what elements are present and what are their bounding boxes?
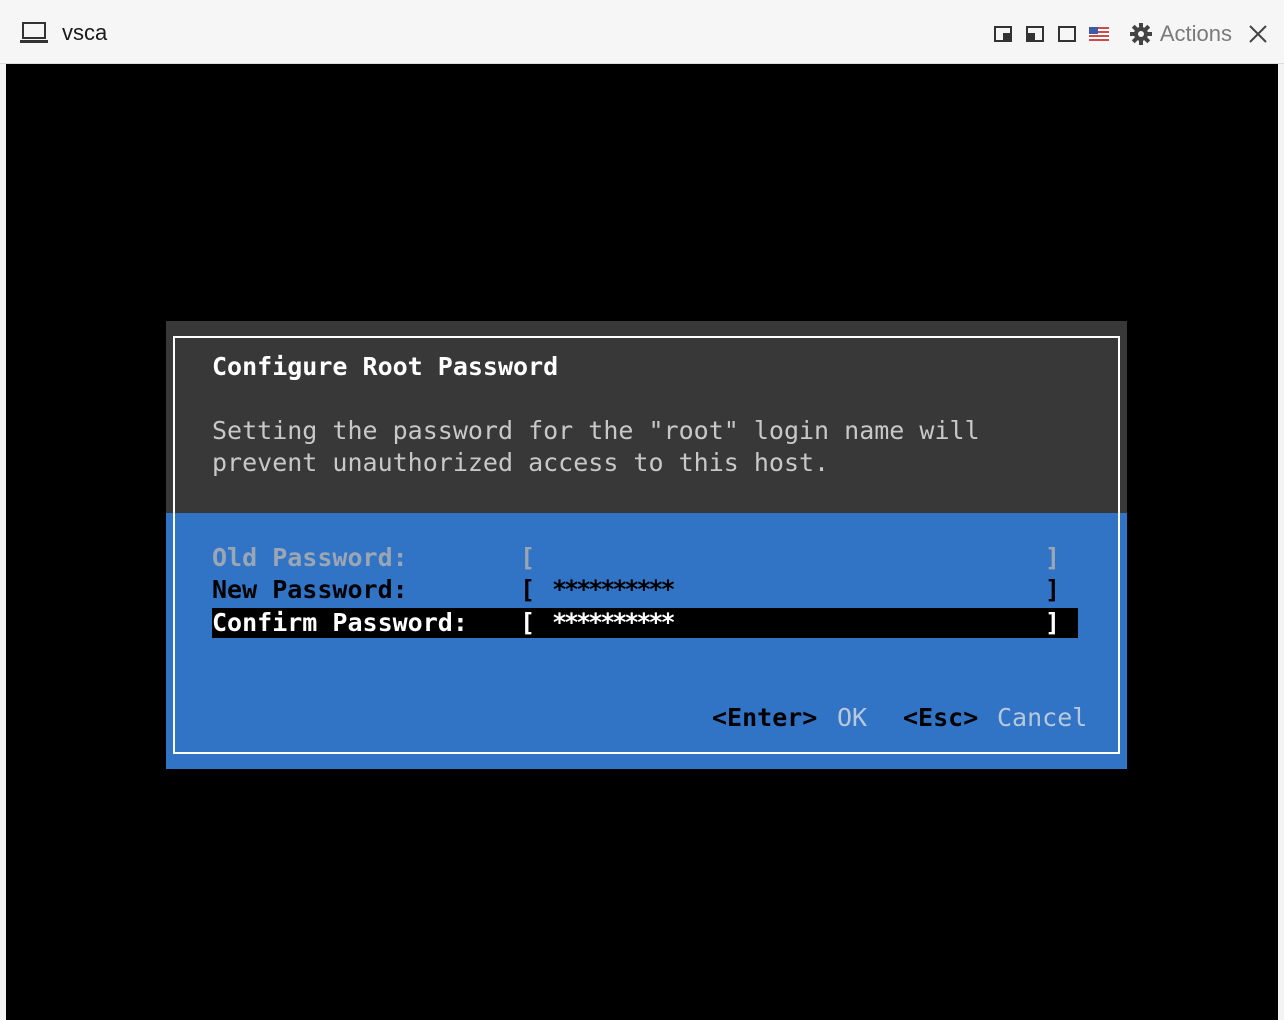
confirm-password-value: ********** [552,608,676,637]
configure-root-password-dialog: Configure Root Password Setting the pass… [166,321,1127,769]
console-title-bar: vsca Actions [0,0,1284,64]
fullscreen-icon[interactable] [1056,23,1078,45]
fit-guest-icon[interactable] [1024,23,1046,45]
field-left-bracket: [ [520,608,536,637]
fit-window-icon[interactable] [992,23,1014,45]
field-right-bracket: ] [1044,608,1060,637]
field-left-bracket: [ [520,575,536,604]
vm-console-screen[interactable]: Configure Root Password Setting the pass… [6,64,1278,1020]
keyboard-layout-us-icon[interactable] [1088,23,1110,45]
field-right-bracket: ] [1044,543,1060,572]
confirm-password-field[interactable]: Confirm Password: [ ********** ] [212,608,1078,638]
field-left-bracket: [ [520,543,536,572]
cancel-action[interactable]: Cancel [997,703,1087,732]
confirm-password-label: Confirm Password: [212,608,468,637]
new-password-label: New Password: [212,575,408,604]
new-password-value: ********** [552,575,676,604]
title-bar-controls: Actions [982,20,1270,48]
close-icon[interactable] [1246,22,1270,46]
vm-console-icon [20,22,48,43]
gear-icon [1129,23,1152,45]
field-right-bracket: ] [1044,575,1060,604]
old-password-field[interactable]: Old Password: [ ] [212,543,1078,573]
actions-label: Actions [1159,21,1232,46]
enter-key-hint: <Enter> [712,703,818,732]
ok-action[interactable]: OK [837,703,867,732]
new-password-field[interactable]: New Password: [ ********** ] [212,575,1078,605]
esc-key-hint: <Esc> [903,703,979,732]
actions-menu-button[interactable]: Actions [1129,21,1232,47]
old-password-label: Old Password: [212,543,408,572]
dialog-description-line-1: Setting the password for the "root" logi… [212,416,980,445]
dialog-title: Configure Root Password [212,352,559,381]
title-group: vsca [20,18,107,48]
dialog-description-line-2: prevent unauthorized access to this host… [212,448,830,477]
vm-name: vsca [62,20,108,45]
